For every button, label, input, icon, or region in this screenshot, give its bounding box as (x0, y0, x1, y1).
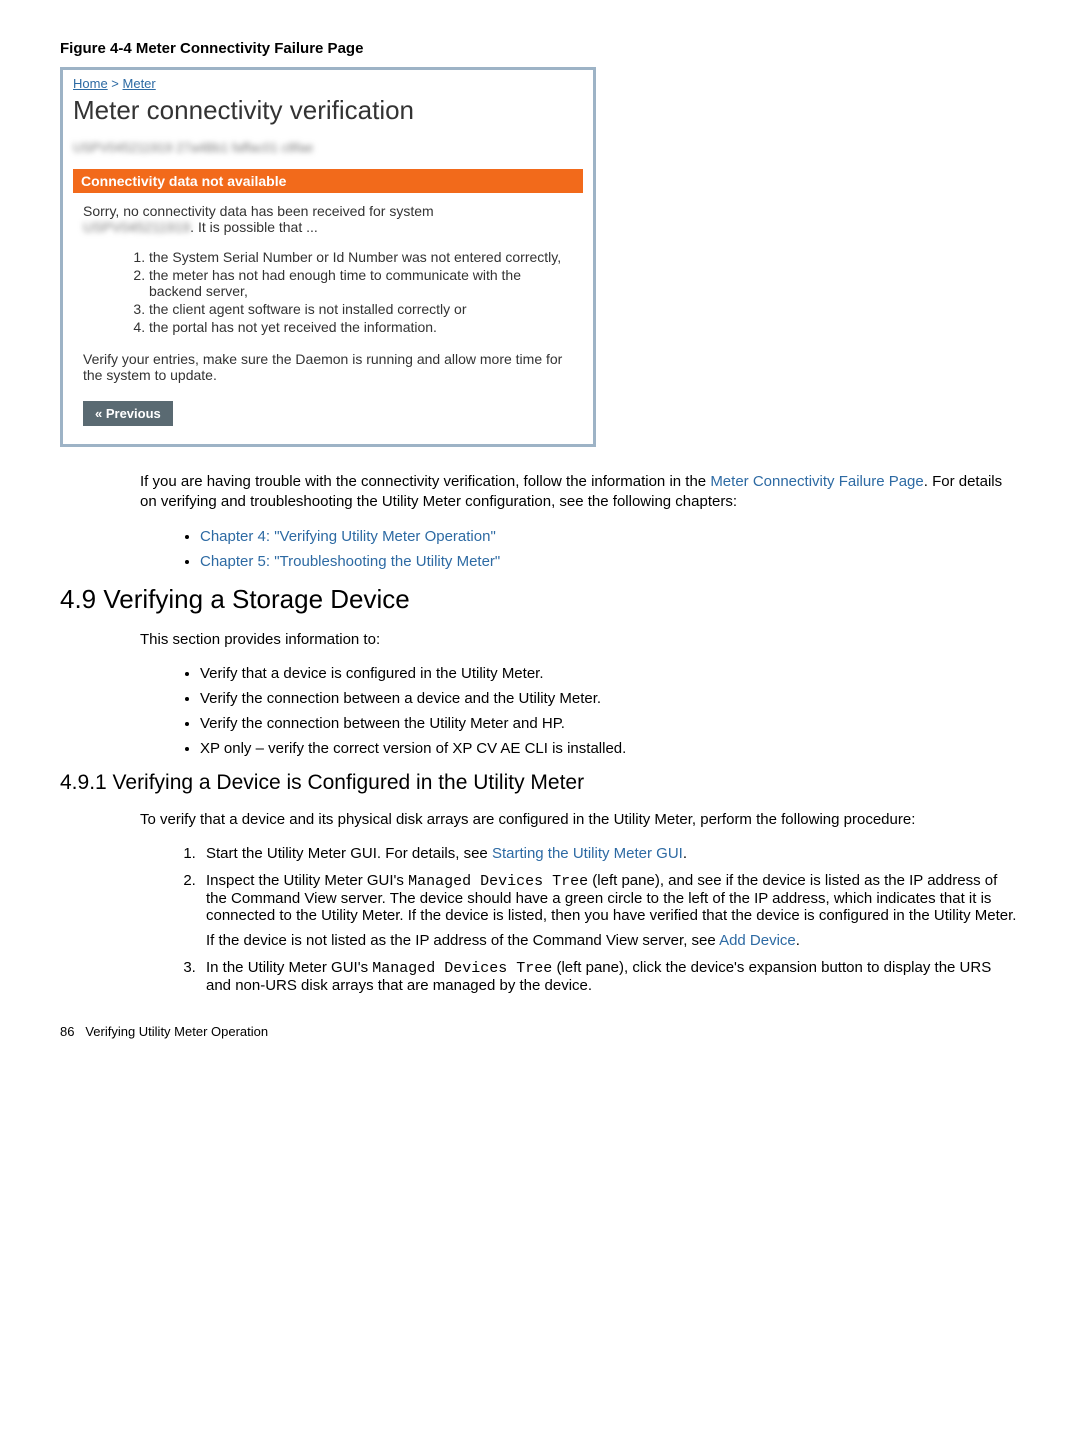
list-item: Chapter 4: "Verifying Utility Meter Oper… (200, 528, 1020, 545)
section-intro: This section provides information to: (140, 630, 1010, 650)
chapters-list: Chapter 4: "Verifying Utility Meter Oper… (160, 528, 1020, 570)
chapter-4-link[interactable]: Chapter 4: "Verifying Utility Meter Oper… (200, 528, 496, 545)
footer-title: Verifying Utility Meter Operation (85, 1024, 268, 1039)
section-intro: To verify that a device and its physical… (140, 810, 1010, 830)
chapter-5-link[interactable]: Chapter 5: "Troubleshooting the Utility … (200, 553, 500, 570)
verify-note: Verify your entries, make sure the Daemo… (73, 351, 583, 401)
list-item: the client agent software is not install… (149, 301, 573, 317)
text: . (796, 932, 800, 949)
list-item: the portal has not yet received the info… (149, 319, 573, 335)
list-item: Verify the connection between a device a… (200, 690, 1020, 707)
text: If you are having trouble with the conne… (140, 473, 710, 490)
breadcrumb-home-link[interactable]: Home (73, 76, 108, 91)
list-item: Inspect the Utility Meter GUI's Managed … (200, 872, 1020, 949)
breadcrumb-meter-link[interactable]: Meter (123, 76, 156, 91)
screenshot-heading: Meter connectivity verification (73, 95, 583, 126)
text: Inspect the Utility Meter GUI's (206, 872, 408, 889)
managed-devices-tree-label: Managed Devices Tree (372, 960, 552, 977)
section-4-9-title: 4.9 Verifying a Storage Device (60, 584, 1020, 615)
error-banner: Connectivity data not available (73, 169, 583, 193)
procedure-list: Start the Utility Meter GUI. For details… (160, 845, 1020, 994)
previous-button[interactable]: « Previous (83, 401, 173, 426)
paragraph: If you are having trouble with the conne… (140, 472, 1010, 513)
text: Start the Utility Meter GUI. For details… (206, 845, 492, 862)
redacted-system-id: USPV045211919 (83, 219, 190, 235)
list-item: XP only – verify the correct version of … (200, 740, 1020, 757)
list-item: the meter has not had enough time to com… (149, 267, 573, 299)
breadcrumb-sep: > (108, 76, 123, 91)
managed-devices-tree-label: Managed Devices Tree (408, 873, 588, 890)
meter-failure-page-link[interactable]: Meter Connectivity Failure Page (710, 473, 923, 490)
screenshot-frame: Home > Meter Meter connectivity verifica… (60, 67, 596, 447)
sorry-tail: . It is possible that ... (190, 219, 318, 235)
page-footer: 86 Verifying Utility Meter Operation (60, 1024, 1020, 1039)
section-4-9-bullets: Verify that a device is configured in th… (160, 665, 1020, 757)
text: In the Utility Meter GUI's (206, 959, 372, 976)
list-item: Verify that a device is configured in th… (200, 665, 1020, 682)
starting-gui-link[interactable]: Starting the Utility Meter GUI (492, 845, 683, 862)
text: . (683, 845, 687, 862)
list-item: the System Serial Number or Id Number wa… (149, 249, 573, 265)
breadcrumb: Home > Meter (73, 76, 583, 91)
list-item: Start the Utility Meter GUI. For details… (200, 845, 1020, 862)
section-4-9-1-title: 4.9.1 Verifying a Device is Configured i… (60, 771, 1020, 795)
redacted-id: USPV045211919 27a4Bb1 faffac01 c8fae (73, 140, 583, 155)
sorry-text: Sorry, no connectivity data has been rec… (83, 203, 434, 219)
list-item: Chapter 5: "Troubleshooting the Utility … (200, 553, 1020, 570)
add-device-link[interactable]: Add Device (719, 932, 796, 949)
list-item: Verify the connection between the Utilit… (200, 715, 1020, 732)
error-message: Sorry, no connectivity data has been rec… (73, 193, 583, 239)
page-number: 86 (60, 1024, 74, 1039)
list-item: In the Utility Meter GUI's Managed Devic… (200, 959, 1020, 994)
figure-caption: Figure 4-4 Meter Connectivity Failure Pa… (60, 40, 1020, 57)
text: If the device is not listed as the IP ad… (206, 932, 719, 949)
reasons-list: the System Serial Number or Id Number wa… (109, 249, 573, 335)
